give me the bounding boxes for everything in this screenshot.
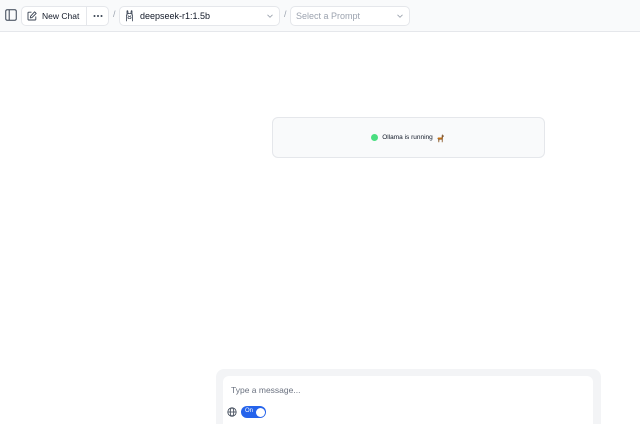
breadcrumb-separator: / xyxy=(113,9,116,19)
sidebar-toggle-button[interactable] xyxy=(3,7,19,23)
edit-icon xyxy=(27,11,37,21)
new-chat-label: New Chat xyxy=(42,11,80,21)
model-select[interactable]: deepseek-r1:1.5b xyxy=(119,6,280,26)
toggle-knob xyxy=(255,407,265,417)
status-indicator xyxy=(371,134,379,141)
selected-model-label: deepseek-r1:1.5b xyxy=(140,11,211,21)
new-chat-group: New Chat xyxy=(21,6,109,26)
message-input[interactable] xyxy=(231,383,581,397)
top-toolbar: New Chat / deepseek-r1:1.5b / Select a P… xyxy=(0,0,640,32)
more-horizontal-icon xyxy=(93,15,102,17)
status-text: Ollama is running xyxy=(382,134,433,141)
sidebar-panel-icon xyxy=(5,9,17,21)
prompt-select[interactable]: Select a Prompt xyxy=(290,6,410,26)
chevron-down-icon xyxy=(267,14,273,18)
more-options-button[interactable] xyxy=(86,7,108,25)
breadcrumb-separator: / xyxy=(284,9,287,19)
web-search-toggle[interactable]: On xyxy=(241,406,266,418)
llama-icon xyxy=(436,133,446,143)
ollama-status-card: Ollama is running xyxy=(272,117,545,158)
prompt-select-placeholder: Select a Prompt xyxy=(296,11,361,21)
ollama-icon xyxy=(126,10,133,22)
chevron-down-icon xyxy=(397,14,403,18)
new-chat-button[interactable]: New Chat xyxy=(22,7,86,25)
globe-icon[interactable] xyxy=(227,407,237,417)
toggle-label: On xyxy=(245,408,254,414)
